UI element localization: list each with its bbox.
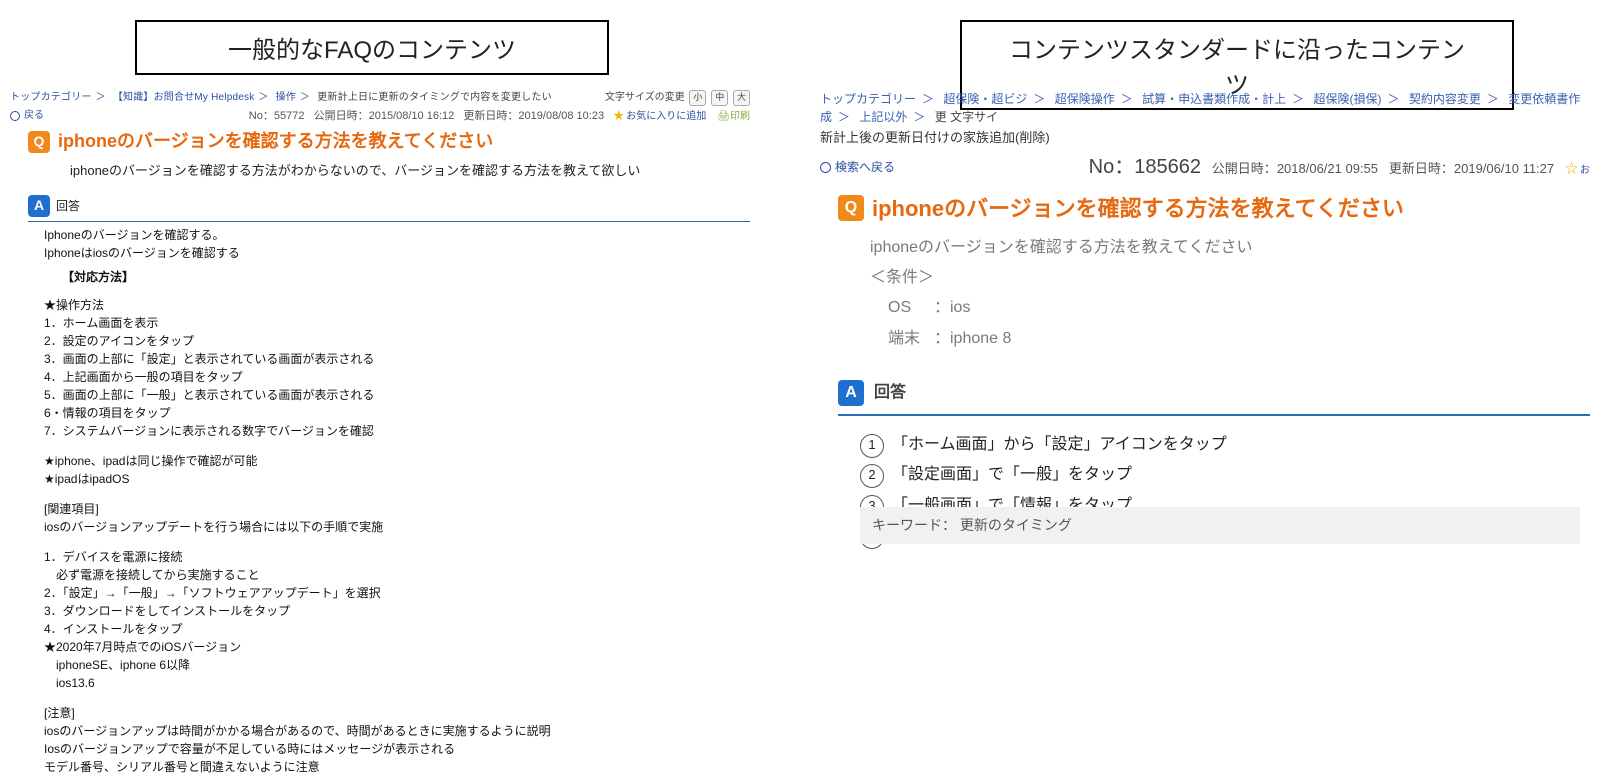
favorite-link[interactable]: お気に入りに追加	[626, 111, 706, 122]
answer-label: 回答	[874, 381, 906, 405]
crumb[interactable]: 超保険操作	[1055, 92, 1115, 106]
question-title: iphoneのバージョンを確認する方法を教えてください	[872, 192, 1404, 225]
back-link[interactable]: 検索へ戻る	[820, 158, 895, 176]
crumb[interactable]: 超保険(損保)	[1314, 92, 1382, 106]
crumb[interactable]: 試算・申込書類作成・計上	[1142, 92, 1286, 106]
star-icon: ★	[613, 110, 624, 122]
cond-key: OS	[888, 293, 934, 323]
crumb[interactable]: 超保険・超ビジ	[943, 92, 1027, 106]
cond-key: 端末	[888, 324, 934, 354]
breadcrumb[interactable]: トップカテゴリー＞ 【知識】お問合せMy Helpdesk＞ 操作＞ 更新計上日…	[10, 90, 552, 105]
crumb[interactable]: 上記以外	[859, 110, 907, 124]
faq-panel-left: トップカテゴリー＞ 【知識】お問合せMy Helpdesk＞ 操作＞ 更新計上日…	[10, 90, 750, 776]
cond-val: ios	[950, 293, 970, 323]
question-icon: Q	[838, 195, 864, 221]
keyword-box: キーワード： 更新のタイミング	[860, 507, 1580, 544]
font-size-medium[interactable]: 中	[711, 90, 728, 106]
crumb[interactable]: トップカテゴリー	[10, 92, 92, 103]
favorite-link-truncated[interactable]: お	[1580, 165, 1590, 176]
font-size-label: 文字サイズの変更	[605, 92, 685, 103]
crumb-current: 更新計上日に更新のタイミングで内容を変更したい	[317, 92, 552, 103]
question-icon: Q	[28, 131, 50, 153]
question-body: iphoneのバージョンを確認する方法を教えてください ＜条件＞ OS ： io…	[870, 233, 1590, 355]
back-icon	[10, 111, 20, 121]
faq-panel-right: トップカテゴリー＞ 超保険・超ビジ＞ 超保険操作＞ 試算・申込書類作成・計上＞ …	[820, 90, 1590, 552]
question-title: iphoneのバージョンを確認する方法を教えてください	[58, 128, 493, 155]
back-icon	[820, 162, 831, 173]
article-meta: No：185662 公開日時：2018/06/21 09:55 更新日時：201…	[1089, 152, 1590, 182]
keyword-label: キーワード：	[872, 517, 956, 533]
back-link[interactable]: 戻る	[10, 108, 44, 123]
answer-body: Iphoneのバージョンを確認する。 Iphoneはiosのバージョンを確認する…	[44, 226, 750, 776]
star-icon: ☆	[1565, 161, 1578, 176]
heading-left: 一般的なFAQのコンテンツ	[135, 20, 609, 75]
crumb[interactable]: 操作	[276, 92, 296, 103]
crumb[interactable]: 【知識】お問合せMy Helpdesk	[113, 92, 255, 103]
crumb[interactable]: トップカテゴリー	[820, 92, 916, 106]
font-size-large[interactable]: 大	[733, 90, 750, 106]
breadcrumb[interactable]: トップカテゴリー＞ 超保険・超ビジ＞ 超保険操作＞ 試算・申込書類作成・計上＞ …	[820, 90, 1590, 126]
article-meta: No：55772 公開日時：2015/08/10 16:12 更新日時：2019…	[249, 108, 750, 125]
cond-val: iphone 8	[950, 324, 1011, 354]
answer-label: 回答	[56, 197, 80, 215]
print-link[interactable]: 🖨印刷	[717, 111, 750, 122]
subline: 新計上後の更新日付けの家族追加(削除)	[820, 128, 1590, 148]
font-size-small[interactable]: 小	[689, 90, 706, 106]
answer-icon: A	[28, 195, 50, 217]
crumb-truncated: 更 文字サイ	[935, 110, 998, 124]
step-number: 2	[860, 464, 884, 488]
crumb[interactable]: 契約内容変更	[1409, 92, 1481, 106]
step-number: 1	[860, 434, 884, 458]
answer-icon: A	[838, 380, 864, 406]
question-body: iphoneのバージョンを確認する方法がわからないので、バージョンを確認する方法…	[70, 161, 750, 181]
keyword-value: 更新のタイミング	[960, 517, 1072, 533]
font-size-control: 文字サイズの変更 小 中 大	[605, 90, 750, 106]
